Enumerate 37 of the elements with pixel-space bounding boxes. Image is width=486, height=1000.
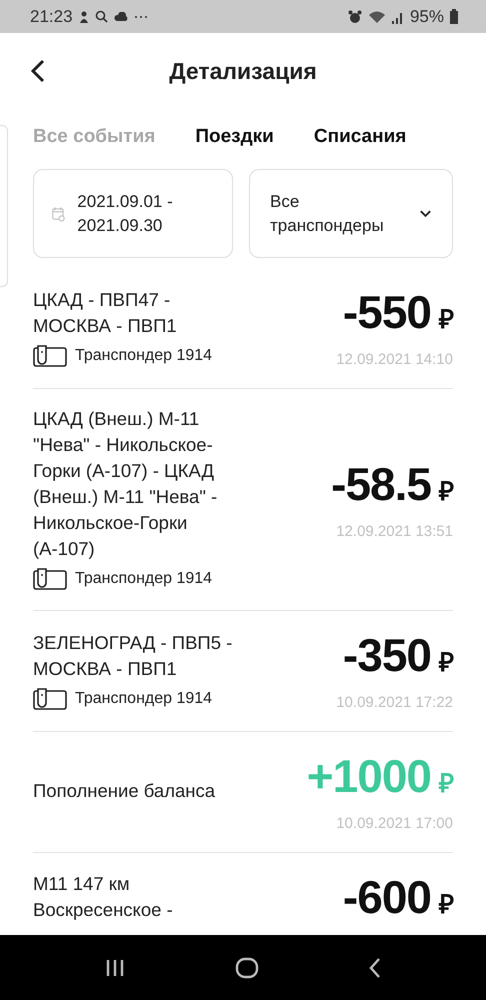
event-title: ЗЕЛЕНОГРАД - ПВП5 - МОСКВА - ПВП1 xyxy=(33,630,234,680)
amount: -550 ₽ xyxy=(342,285,453,339)
event-title: ЦКАД (Внеш.) М-11 "Нева" - Никольское-Горки (А-107) - ЦКАД (Внеш.) М-11 "Нева" - Никольское-Горки (А-107) xyxy=(33,407,218,561)
chevron-down-icon xyxy=(419,208,432,218)
transponder-dropdown[interactable]: Все транспондеры xyxy=(249,169,453,258)
event-datetime: 12.09.2021 14:10 xyxy=(336,351,453,368)
wifi-icon xyxy=(368,10,386,24)
event-title: Пополнение баланса xyxy=(33,778,216,802)
transponder-label: Транспондер 1914 xyxy=(75,690,212,708)
alarm-icon xyxy=(348,10,362,24)
transponder-label: Транспондер 1914 xyxy=(75,346,212,364)
tab[interactable]: Списания xyxy=(314,126,406,148)
home-button[interactable] xyxy=(234,956,259,978)
event-datetime: 10.09.2021 17:22 xyxy=(336,694,453,711)
more-icon xyxy=(134,14,148,18)
battery-icon xyxy=(450,9,458,24)
tab[interactable]: Поездки xyxy=(195,126,274,148)
person-icon xyxy=(78,10,89,24)
search-icon xyxy=(94,10,108,24)
date-range-picker[interactable]: 2021.09.01 - 2021.09.30 xyxy=(33,169,233,258)
event-datetime: 12.09.2021 13:51 xyxy=(336,522,453,540)
transponder-icon xyxy=(33,688,67,710)
status-time: 21:23 xyxy=(30,6,73,26)
transponder-label: Транспондер 1914 xyxy=(75,570,212,588)
amount: -600 ₽ xyxy=(342,870,453,924)
page-title: Детализация xyxy=(169,58,317,85)
battery-level: 95% xyxy=(410,6,444,26)
event-datetime: 10.09.2021 17:00 xyxy=(336,815,453,832)
amount: +1000 ₽ xyxy=(306,749,453,803)
transponder-icon xyxy=(33,568,67,590)
amount: -58.5 ₽ xyxy=(331,456,453,510)
event-title: М11 147 км Воскресенское - xyxy=(33,872,174,922)
back-nav-button[interactable] xyxy=(368,956,382,978)
transponder-icon xyxy=(33,344,67,366)
amount: -350 ₽ xyxy=(342,628,453,682)
cloud-upload-icon xyxy=(114,12,128,22)
event-title: ЦКАД - ПВП47 - МОСКВА - ПВП1 xyxy=(33,288,178,338)
